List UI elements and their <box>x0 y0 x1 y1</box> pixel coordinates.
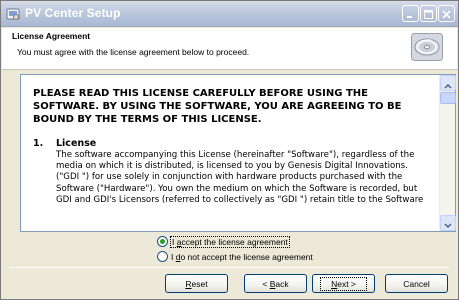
decline-label: I do not accept the license agreement <box>171 251 313 262</box>
license-section-title: License <box>56 138 97 149</box>
accept-label: I accept the license agreement <box>170 235 290 248</box>
window-title: PV Center Setup <box>25 6 121 20</box>
license-heading: PLEASE READ THIS LICENSE CAREFULLY BEFOR… <box>33 88 402 125</box>
chevron-up-icon <box>444 74 452 93</box>
chevron-down-icon <box>444 214 452 233</box>
next-button[interactable]: Next > <box>312 274 375 293</box>
setup-window: PV Center Setup License Agreement You mu… <box>0 0 459 300</box>
close-icon <box>442 4 451 23</box>
setup-app-icon <box>6 6 20 20</box>
title-bar[interactable]: PV Center Setup <box>1 1 458 27</box>
license-section: 1. License The software accompanying thi… <box>33 138 431 206</box>
cd-disc-icon <box>411 33 443 61</box>
license-section-number: 1. <box>33 138 44 149</box>
accept-license-radio[interactable]: I accept the license agreement <box>157 235 290 248</box>
scroll-thumb[interactable] <box>440 92 456 104</box>
license-scrollbar[interactable] <box>439 75 456 231</box>
reset-button[interactable]: Reset <box>165 274 228 293</box>
scroll-down-button[interactable] <box>440 215 456 231</box>
scroll-up-button[interactable] <box>440 75 456 91</box>
maximize-icon <box>424 4 433 23</box>
footer-divider <box>9 267 449 268</box>
maximize-button[interactable] <box>420 5 437 22</box>
radio-circle[interactable] <box>157 251 168 262</box>
close-button[interactable] <box>438 5 455 22</box>
cancel-button[interactable]: Cancel <box>385 274 448 293</box>
page-title: License Agreement <box>12 31 91 41</box>
page-subtitle: You must agree with the license agreemen… <box>17 47 250 57</box>
minimize-button[interactable] <box>402 5 419 22</box>
license-text-box[interactable]: PLEASE READ THIS LICENSE CAREFULLY BEFOR… <box>20 74 456 232</box>
radio-selected-dot <box>160 239 165 244</box>
license-content: PLEASE READ THIS LICENSE CAREFULLY BEFOR… <box>21 75 439 231</box>
license-section-text: The software accompanying this License (… <box>56 150 424 205</box>
header-panel: License Agreement You must agree with th… <box>2 28 457 70</box>
radio-circle[interactable] <box>157 236 168 247</box>
minimize-icon <box>406 4 415 23</box>
decline-license-radio[interactable]: I do not accept the license agreement <box>157 251 313 262</box>
back-button[interactable]: < Back <box>244 274 307 293</box>
